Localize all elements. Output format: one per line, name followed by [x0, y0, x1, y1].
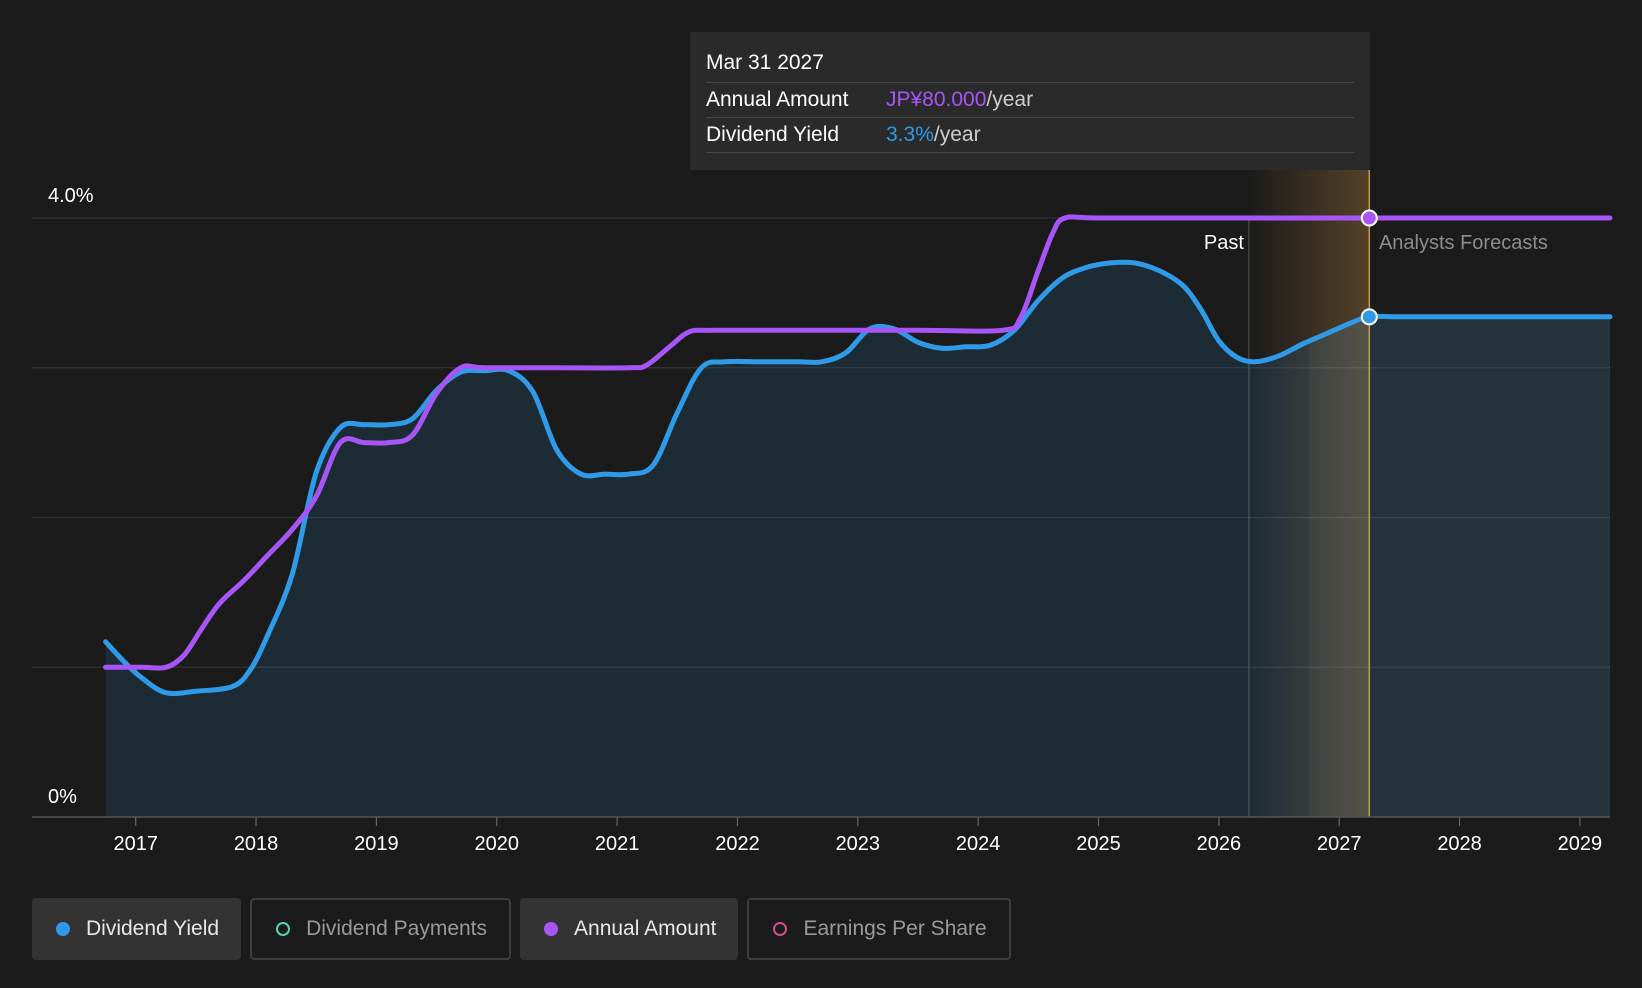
legend-label: Dividend Payments [306, 917, 488, 940]
tooltip-unit: /year [986, 88, 1034, 111]
x-tick-label: 2022 [715, 833, 760, 855]
hover-tooltip: Mar 31 2027 Annual Amount JP¥80.000 /yea… [690, 32, 1370, 170]
hollow-dot-icon [773, 922, 788, 936]
legend-label: Dividend Yield [86, 917, 220, 940]
forecast-area-overlay [1309, 316, 1610, 817]
x-tick-label: 2023 [836, 833, 881, 855]
tooltip-value: 3.3% [886, 123, 934, 146]
legend-label: Earnings Per Share [803, 917, 987, 940]
tooltip-value: JP¥80.000 [886, 88, 987, 111]
annual-amount-marker [1360, 209, 1378, 227]
x-tick-label: 2025 [1076, 833, 1121, 855]
hollow-dot-icon [276, 922, 291, 936]
x-tick-label: 2028 [1437, 833, 1482, 855]
legend-item-earnings-per-share[interactable]: Earnings Per Share [747, 898, 1011, 960]
x-tick-label: 2026 [1197, 833, 1242, 855]
x-tick-label: 2018 [234, 833, 279, 855]
x-tick-label: 2029 [1558, 833, 1603, 855]
y-axis-top-label: 4.0% [48, 185, 94, 207]
dividend-yield-marker [1360, 308, 1378, 326]
filled-dot-icon [544, 922, 559, 936]
x-tick-label: 2017 [113, 833, 158, 855]
legend-item-dividend-yield[interactable]: Dividend Yield [32, 898, 242, 960]
legend-item-annual-amount[interactable]: Annual Amount [520, 898, 739, 960]
tooltip-date: Mar 31 2027 [706, 48, 1354, 83]
y-axis-bottom-label: 0% [48, 786, 77, 808]
x-tick-label: 2024 [956, 833, 1001, 855]
tooltip-row-dividend-yield: Dividend Yield 3.3% /year [706, 118, 1354, 153]
tooltip-row-annual-amount: Annual Amount JP¥80.000 /year [706, 83, 1354, 118]
legend-label: Annual Amount [574, 917, 717, 940]
legend-item-dividend-payments[interactable]: Dividend Payments [250, 898, 512, 960]
tooltip-unit: /year [933, 123, 981, 146]
chart-legend: Dividend Yield Dividend Payments Annual … [32, 898, 1011, 960]
tooltip-label: Dividend Yield [706, 123, 840, 146]
x-tick-label: 2027 [1317, 833, 1362, 855]
past-label: Past [1204, 232, 1244, 254]
tooltip-label: Annual Amount [706, 88, 849, 111]
forecast-label: Analysts Forecasts [1379, 232, 1548, 254]
x-axis-ticks: 2017 2018 2019 2020 2021 2022 2023 2024 2025 2026… [113, 817, 1602, 855]
x-tick-label: 2021 [595, 833, 640, 855]
x-tick-label: 2019 [354, 833, 399, 855]
filled-dot-icon [56, 922, 70, 936]
x-tick-label: 2020 [475, 833, 520, 855]
